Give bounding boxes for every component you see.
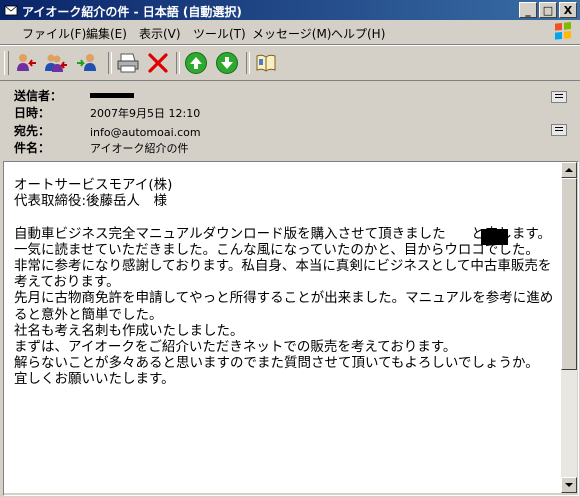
arrow-down-icon xyxy=(565,483,573,487)
menu-message[interactable]: メッセージ(M) xyxy=(252,25,331,42)
menu-file[interactable]: ファイル(F) xyxy=(22,25,86,42)
toolbar-separator xyxy=(108,52,112,74)
redacted-sender xyxy=(90,93,134,98)
scroll-down-button[interactable] xyxy=(561,477,577,493)
menu-bar: ファイル(F) 編集(E) 表示(V) ツール(T) メッセージ(M) ヘルプ(… xyxy=(0,20,580,45)
from-label: 送信者： xyxy=(14,89,63,103)
menu-edit[interactable]: 編集(E) xyxy=(86,25,127,42)
menu-tools[interactable]: ツール(T) xyxy=(193,25,246,42)
toolbar-separator xyxy=(176,52,180,74)
date-value: 2007年9月5日 12:10 xyxy=(90,107,201,120)
message-text: オートサービスモアイ(株) 代表取締役:後藤岳人 様 自動車ビジネス完全マニュア… xyxy=(14,177,554,388)
next-icon[interactable] xyxy=(215,51,239,75)
title-bar[interactable]: アイオーク紹介の件 - 日本語 (自動選択) _ □ X xyxy=(0,0,580,20)
address-book-icon[interactable] xyxy=(254,51,278,75)
windows-logo-icon xyxy=(555,22,571,40)
menu-help[interactable]: ヘルプ(H) xyxy=(331,25,385,42)
reply-all-icon[interactable] xyxy=(44,51,68,75)
menu-view[interactable]: 表示(V) xyxy=(139,25,181,42)
message-header: 送信者： 日時： 2007年9月5日 12:10 宛先： info@automo… xyxy=(0,80,580,160)
print-icon[interactable] xyxy=(116,51,140,75)
mail-message-icon xyxy=(4,5,18,16)
previous-icon[interactable] xyxy=(184,51,208,75)
scroll-thumb[interactable] xyxy=(561,178,577,370)
toolbar xyxy=(0,45,580,81)
redacted-name xyxy=(481,229,508,245)
date-label: 日時： xyxy=(14,106,51,120)
close-button[interactable]: X xyxy=(559,2,577,18)
minimize-button[interactable]: _ xyxy=(519,2,537,18)
maximize-button[interactable]: □ xyxy=(539,2,557,18)
toolbar-separator xyxy=(246,52,250,74)
forward-icon[interactable] xyxy=(76,51,100,75)
to-value: info@automoai.com xyxy=(90,126,201,139)
to-label: 宛先： xyxy=(14,124,51,138)
to-expand-button[interactable] xyxy=(551,124,567,136)
subject-value: アイオーク紹介の件 xyxy=(90,142,189,155)
toolbar-grip[interactable] xyxy=(4,51,9,75)
scroll-up-button[interactable] xyxy=(561,162,577,178)
message-body[interactable]: オートサービスモアイ(株) 代表取締役:後藤岳人 様 自動車ビジネス完全マニュア… xyxy=(4,162,561,493)
subject-label: 件名： xyxy=(14,141,51,155)
vertical-scrollbar[interactable] xyxy=(561,162,577,493)
arrow-up-icon xyxy=(565,168,573,172)
reply-icon[interactable] xyxy=(14,51,38,75)
from-expand-button[interactable] xyxy=(551,91,567,103)
window-title: アイオーク紹介の件 - 日本語 (自動選択) xyxy=(22,5,242,19)
delete-icon[interactable] xyxy=(146,51,170,75)
